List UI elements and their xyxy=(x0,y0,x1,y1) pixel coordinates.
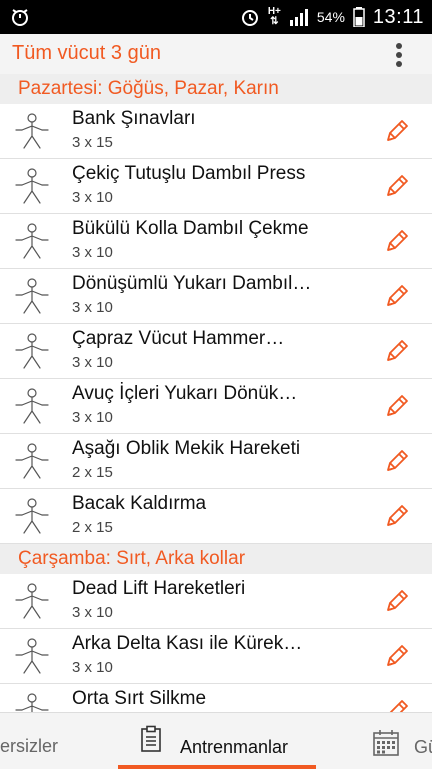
edit-pencil-icon[interactable] xyxy=(382,281,412,311)
exercise-name: Dönüşümlü Yukarı Dambıl… xyxy=(72,273,312,294)
edit-pencil-icon[interactable] xyxy=(382,171,412,201)
edit-pencil-icon[interactable] xyxy=(382,696,412,712)
active-tab-indicator xyxy=(118,765,316,769)
exercise-illustration-icon xyxy=(15,498,49,534)
exercise-row[interactable]: Orta Sırt Silkme xyxy=(0,684,432,712)
exercise-sets: 3 x 15 xyxy=(72,134,113,151)
exercise-illustration-icon xyxy=(15,278,49,314)
exercise-name: Çekiç Tutuşlu Dambıl Press xyxy=(72,163,306,184)
tab-exercises-label: ersizler xyxy=(0,736,59,756)
exercise-name: Bükülü Kolla Dambıl Çekme xyxy=(72,218,309,239)
exercise-sets: 3 x 10 xyxy=(72,604,113,621)
exercise-name: Aşağı Oblik Mekik Hareketi xyxy=(72,438,301,459)
edit-pencil-icon[interactable] xyxy=(382,116,412,146)
tab-calendar[interactable]: Gü xyxy=(372,713,432,769)
exercise-illustration-icon xyxy=(15,583,49,619)
exercise-illustration-icon xyxy=(15,333,49,369)
edit-pencil-icon[interactable] xyxy=(382,586,412,616)
battery-percent: 54% xyxy=(316,9,345,25)
edit-pencil-icon[interactable] xyxy=(382,641,412,671)
alarm-status-icon xyxy=(12,9,28,26)
exercise-name: Avuç İçleri Yukarı Dönük… xyxy=(72,383,298,404)
exercise-illustration-icon xyxy=(15,693,49,712)
exercise-name: Dead Lift Hareketleri xyxy=(72,578,246,599)
exercise-illustration-icon xyxy=(15,223,49,259)
exercise-illustration-icon xyxy=(15,388,49,424)
exercise-name: Orta Sırt Silkme xyxy=(72,688,207,709)
exercise-sets: 3 x 10 xyxy=(72,189,113,206)
exercise-row[interactable]: Bank Şınavları 3 x 15 xyxy=(0,104,432,159)
clock: 13:11 xyxy=(372,5,424,28)
exercise-row[interactable]: Bacak Kaldırma 2 x 15 xyxy=(0,489,432,544)
exercise-sets: 3 x 10 xyxy=(72,299,113,316)
exercise-sets: 3 x 10 xyxy=(72,354,113,371)
exercise-sets: 3 x 10 xyxy=(72,409,113,426)
battery-icon xyxy=(353,7,365,27)
edit-pencil-icon[interactable] xyxy=(382,501,412,531)
workout-list[interactable]: Pazartesi: Göğüs, Pazar, Karın Bank Şınav… xyxy=(0,74,432,712)
exercise-row[interactable]: Çekiç Tutuşlu Dambıl Press 3 x 10 xyxy=(0,159,432,214)
exercise-row[interactable]: Aşağı Oblik Mekik Hareketi 2 x 15 xyxy=(0,434,432,489)
exercise-row[interactable]: Dönüşümlü Yukarı Dambıl… 3 x 10 xyxy=(0,269,432,324)
signal-icon xyxy=(289,9,308,26)
tab-calendar-label: Gü xyxy=(414,737,432,757)
exercise-name: Bank Şınavları xyxy=(72,108,196,129)
exercise-row[interactable]: Bükülü Kolla Dambıl Çekme 3 x 10 xyxy=(0,214,432,269)
exercise-name: Bacak Kaldırma xyxy=(72,493,207,514)
exercise-illustration-icon xyxy=(15,113,49,149)
exercise-row[interactable]: Arka Delta Kası ile Kürek… 3 x 10 xyxy=(0,629,432,684)
exercise-row[interactable]: Avuç İçleri Yukarı Dönük… 3 x 10 xyxy=(0,379,432,434)
bottom-nav: ersizler Antrenmanlar Gü xyxy=(0,712,432,769)
edit-pencil-icon[interactable] xyxy=(382,446,412,476)
exercise-row[interactable]: Çapraz Vücut Hammer… 3 x 10 xyxy=(0,324,432,379)
network-type: H+ ⇅ xyxy=(267,6,281,27)
edit-pencil-icon[interactable] xyxy=(382,391,412,421)
exercise-row[interactable]: Dead Lift Hareketleri 3 x 10 xyxy=(0,574,432,629)
section-header: Çarşamba: Sırt, Arka kollar xyxy=(0,544,432,574)
section-header: Pazartesi: Göğüs, Pazar, Karın xyxy=(0,74,432,104)
exercise-illustration-icon xyxy=(15,638,49,674)
app-bar: Tüm vücut 3 gün xyxy=(0,34,432,74)
exercise-sets: 3 x 10 xyxy=(72,244,113,261)
edit-pencil-icon[interactable] xyxy=(382,336,412,366)
edit-pencil-icon[interactable] xyxy=(382,226,412,256)
exercise-name: Arka Delta Kası ile Kürek… xyxy=(72,633,303,654)
more-vert-icon[interactable] xyxy=(384,40,414,70)
clipboard-icon xyxy=(141,725,161,752)
exercise-name: Çapraz Vücut Hammer… xyxy=(72,328,285,349)
tab-workouts-label: Antrenmanlar xyxy=(180,737,289,757)
page-title: Tüm vücut 3 gün xyxy=(12,42,161,64)
calendar-icon xyxy=(373,730,399,756)
alarm-clock-icon xyxy=(241,10,258,26)
exercise-illustration-icon xyxy=(15,168,49,204)
tab-workouts[interactable]: Antrenmanlar xyxy=(118,713,316,769)
status-bar: H+ ⇅ 54% 13:11 xyxy=(0,0,432,34)
exercise-illustration-icon xyxy=(15,443,49,479)
exercise-sets: 2 x 15 xyxy=(72,464,113,481)
exercise-sets: 3 x 10 xyxy=(72,659,113,676)
exercise-sets: 2 x 15 xyxy=(72,519,113,536)
tab-exercises[interactable]: ersizler xyxy=(0,713,58,769)
